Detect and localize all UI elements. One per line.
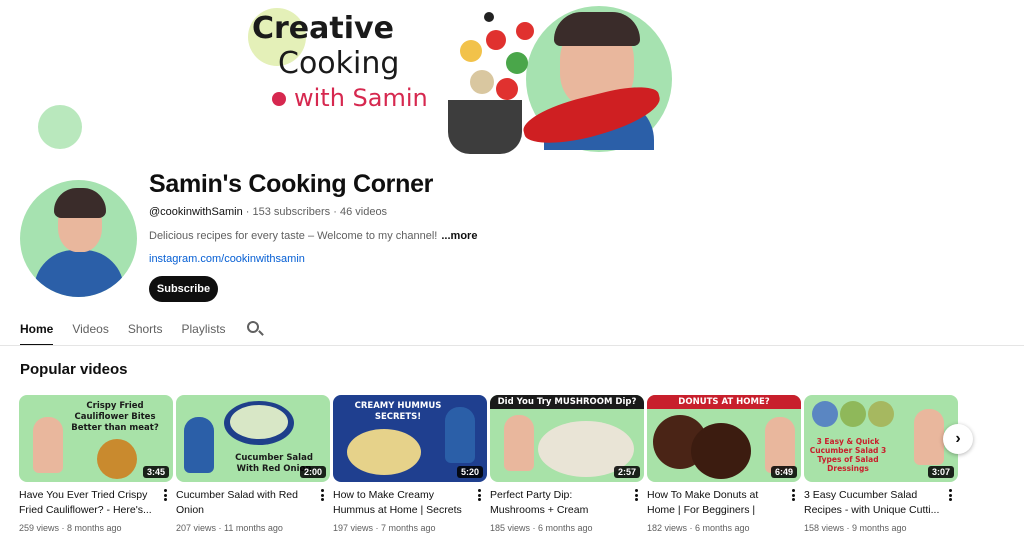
upload-age: 6 months ago xyxy=(695,523,750,533)
tab-playlists[interactable]: Playlists xyxy=(182,312,226,346)
video-thumbnail[interactable]: DONUTS AT HOME? 6:49 xyxy=(647,395,801,482)
tab-shorts[interactable]: Shorts xyxy=(128,312,163,346)
video-card[interactable]: Cucumber Salad With Red Onion 2:00 Cucum… xyxy=(176,395,330,533)
search-icon[interactable] xyxy=(245,319,265,339)
video-meta: 207 views · 11 months ago xyxy=(176,523,283,533)
red-dot-icon xyxy=(272,92,286,106)
view-count: 182 views xyxy=(647,523,688,533)
thumbnail-text: DONUTS AT HOME? xyxy=(647,395,801,409)
video-title[interactable]: How to Make Creamy Hummus at Home | Secr… xyxy=(333,488,471,518)
thumbnail-text: Did You Try MUSHROOM Dip? xyxy=(490,395,644,409)
video-duration: 5:20 xyxy=(456,466,483,478)
subscriber-count: 153 subscribers xyxy=(252,206,331,218)
upload-age: 9 months ago xyxy=(852,523,907,533)
video-thumbnail[interactable]: Crispy Fried Cauliflower Bites Better th… xyxy=(19,395,173,482)
channel-tabs: Home Videos Shorts Playlists xyxy=(20,312,265,346)
channel-avatar[interactable] xyxy=(20,180,137,297)
banner-title-line3-text: with Samin xyxy=(294,84,428,112)
more-vert-icon[interactable] xyxy=(787,488,799,502)
video-meta: 182 views · 6 months ago xyxy=(647,523,750,533)
more-vert-icon[interactable] xyxy=(944,488,956,502)
video-duration: 2:57 xyxy=(613,466,640,478)
subscribe-button[interactable]: Subscribe xyxy=(149,276,218,302)
channel-handle: @cookinwithSamin xyxy=(149,206,243,218)
video-meta: 185 views · 6 months ago xyxy=(490,523,593,533)
section-title: Popular videos xyxy=(20,361,128,378)
channel-meta: @cookinwithSamin · 153 subscribers · 46 … xyxy=(149,206,388,218)
upload-age: 8 months ago xyxy=(67,523,122,533)
upload-age: 7 months ago xyxy=(381,523,436,533)
video-thumbnail[interactable]: 3 Easy & Quick Cucumber Salad 3 Types of… xyxy=(804,395,958,482)
view-count: 185 views xyxy=(490,523,531,533)
video-title[interactable]: How To Make Donuts at Home | For Beggine… xyxy=(647,488,785,518)
tab-home[interactable]: Home xyxy=(20,312,54,346)
video-shelf: Crispy Fried Cauliflower Bites Better th… xyxy=(19,395,959,545)
video-thumbnail[interactable]: CREAMY HUMMUS SECRETS! 5:20 xyxy=(333,395,487,482)
video-duration: 2:00 xyxy=(299,466,326,478)
next-button[interactable]: › xyxy=(943,424,973,454)
view-count: 197 views xyxy=(333,523,374,533)
channel-link[interactable]: instagram.com/cookinwithsamin xyxy=(149,253,305,265)
more-vert-icon[interactable] xyxy=(159,488,171,502)
video-count: 46 videos xyxy=(339,206,388,218)
channel-name: Samin's Cooking Corner xyxy=(149,170,434,198)
video-meta: 259 views · 8 months ago xyxy=(19,523,122,533)
chevron-right-icon: › xyxy=(955,430,961,447)
channel-description-text: Delicious recipes for every taste – Welc… xyxy=(149,230,438,242)
video-title[interactable]: Cucumber Salad with Red Onion xyxy=(176,488,314,518)
video-title[interactable]: Have You Ever Tried Crispy Fried Caulifl… xyxy=(19,488,157,518)
banner-title-line2: Cooking xyxy=(278,45,400,81)
banner-decoration-dot xyxy=(38,105,82,149)
video-duration: 3:45 xyxy=(142,466,169,478)
video-card[interactable]: CREAMY HUMMUS SECRETS! 5:20 How to Make … xyxy=(333,395,487,533)
thumbnail-text: Crispy Fried Cauliflower Bites Better th… xyxy=(71,401,159,433)
channel-banner: Creative Cooking with Samin xyxy=(0,0,1024,160)
banner-title: Creative Cooking with Samin xyxy=(252,11,428,113)
thumbnail-text: 3 Easy & Quick Cucumber Salad 3 Types of… xyxy=(809,437,887,473)
thumbnail-text: CREAMY HUMMUS SECRETS! xyxy=(354,401,442,422)
video-meta: 158 views · 9 months ago xyxy=(804,523,907,533)
view-count: 259 views xyxy=(19,523,60,533)
video-duration: 6:49 xyxy=(770,466,797,478)
more-vert-icon[interactable] xyxy=(473,488,485,502)
banner-illustration xyxy=(430,0,680,160)
banner-title-line3: with Samin xyxy=(272,84,428,113)
view-count: 158 views xyxy=(804,523,845,533)
more-vert-icon[interactable] xyxy=(316,488,328,502)
video-card[interactable]: Did You Try MUSHROOM Dip? 2:57 Perfect P… xyxy=(490,395,644,533)
upload-age: 6 months ago xyxy=(538,523,593,533)
video-thumbnail[interactable]: Cucumber Salad With Red Onion 2:00 xyxy=(176,395,330,482)
banner-title-line1: Creative xyxy=(252,11,394,46)
video-card[interactable]: DONUTS AT HOME? 6:49 How To Make Donuts … xyxy=(647,395,801,533)
video-thumbnail[interactable]: Did You Try MUSHROOM Dip? 2:57 xyxy=(490,395,644,482)
tabs-divider xyxy=(0,345,1024,346)
cooking-pot-icon xyxy=(448,100,522,154)
channel-description[interactable]: Delicious recipes for every taste – Welc… xyxy=(149,230,477,242)
video-card[interactable]: Crispy Fried Cauliflower Bites Better th… xyxy=(19,395,173,533)
video-meta: 197 views · 7 months ago xyxy=(333,523,436,533)
more-vert-icon[interactable] xyxy=(630,488,642,502)
video-title[interactable]: 3 Easy Cucumber Salad Recipes - with Uni… xyxy=(804,488,942,518)
video-title[interactable]: Perfect Party Dip: Mushrooms + Cream Che… xyxy=(490,488,628,518)
tab-videos[interactable]: Videos xyxy=(72,312,108,346)
video-card[interactable]: 3 Easy & Quick Cucumber Salad 3 Types of… xyxy=(804,395,958,533)
upload-age: 11 months ago xyxy=(224,523,283,533)
video-duration: 3:07 xyxy=(927,466,954,478)
more-button[interactable]: ...more xyxy=(441,230,477,242)
view-count: 207 views xyxy=(176,523,217,533)
